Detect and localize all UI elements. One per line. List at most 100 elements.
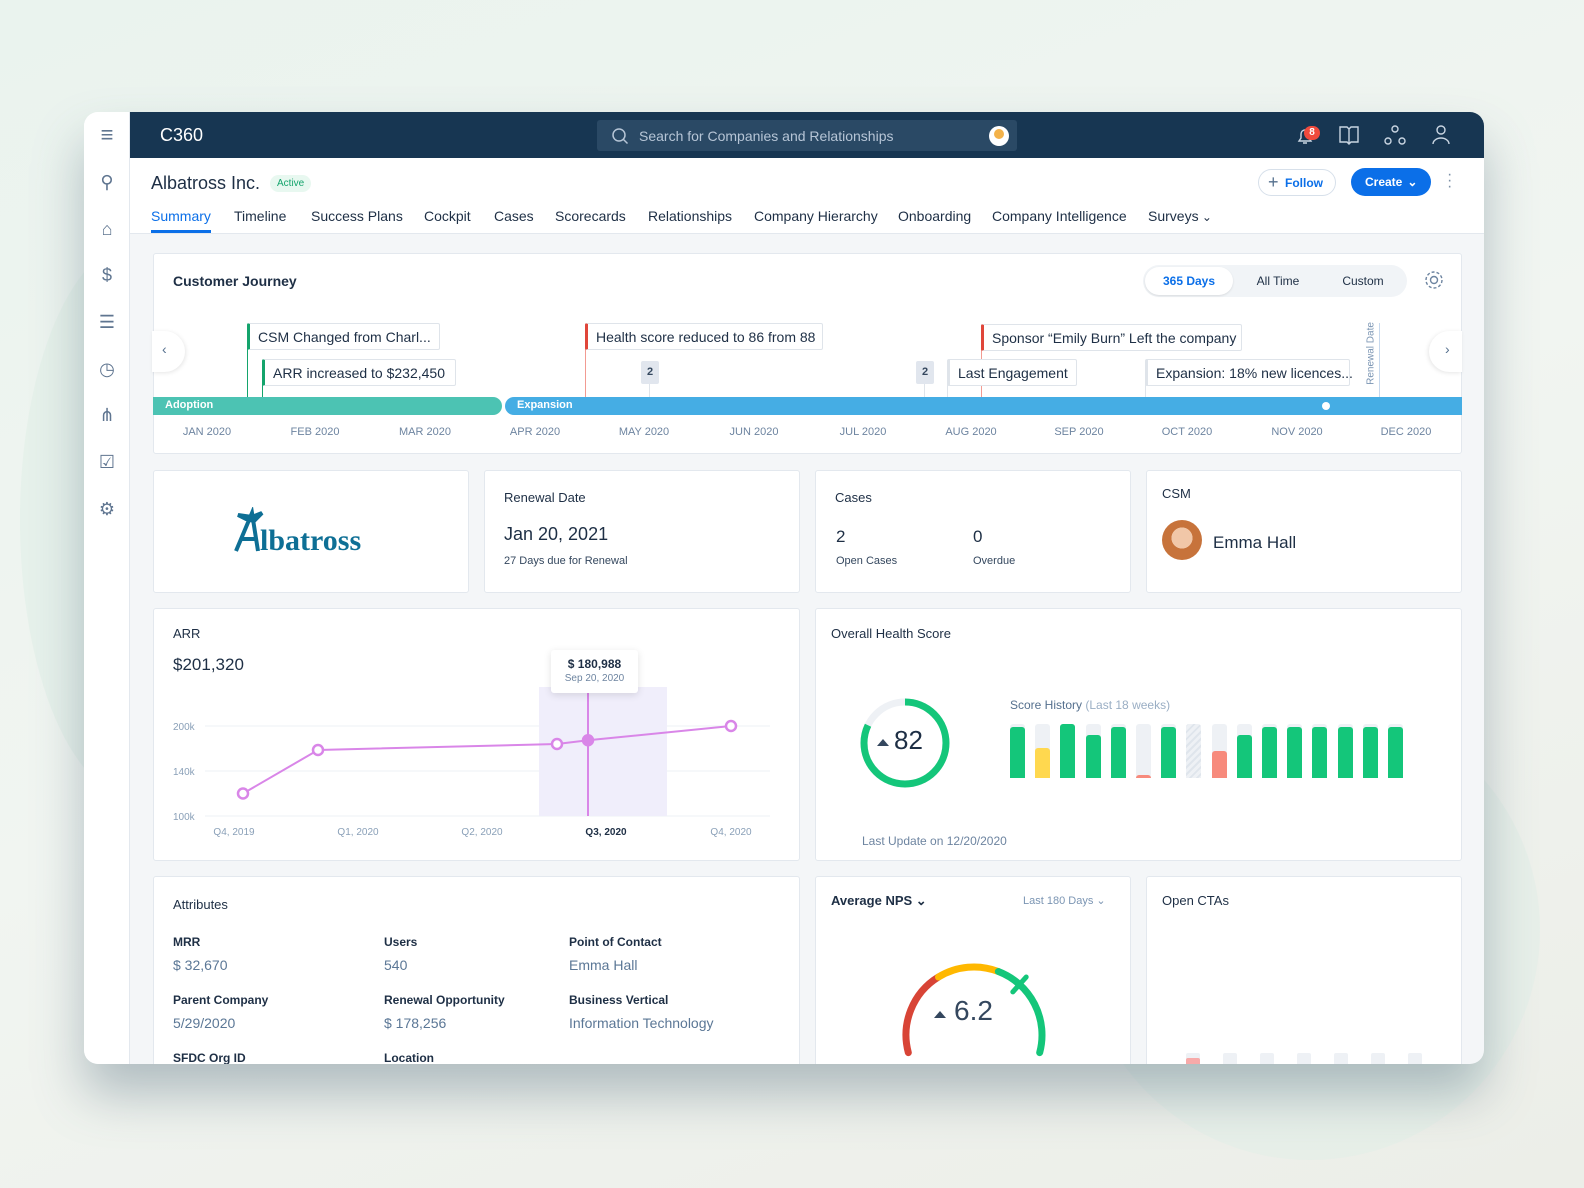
score-history-fill [1262, 726, 1277, 778]
menu-icon[interactable]: ≡ [95, 122, 119, 147]
scroll-right-button[interactable]: › [1429, 331, 1462, 372]
score-history-fill [1035, 748, 1051, 778]
event-connector [585, 343, 586, 397]
search-input[interactable]: Search for Companies and Relationships [597, 120, 1017, 151]
x-tick-label: Q2, 2020 [461, 827, 503, 838]
score-history-bar[interactable] [1161, 724, 1177, 778]
event-cluster-badge[interactable]: 2 [641, 361, 659, 384]
score-history-bar[interactable] [1312, 724, 1328, 778]
csm-name[interactable]: Emma Hall [1213, 533, 1296, 553]
month-label: FEB 2020 [290, 426, 340, 438]
dollar-icon[interactable]: $ [95, 263, 119, 287]
tab-relationships[interactable]: Relationships [648, 208, 732, 224]
event-connector [247, 343, 248, 397]
status-badge: Active [270, 175, 312, 192]
search-placeholder: Search for Companies and Relationships [639, 128, 894, 144]
tab-success-plans[interactable]: Success Plans [311, 208, 403, 224]
cta-bar[interactable] [1186, 1053, 1200, 1064]
cta-bar[interactable] [1371, 1053, 1385, 1064]
score-history-bar[interactable] [1287, 724, 1303, 778]
phase-expansion[interactable]: Expansion [505, 397, 1462, 415]
tab-label: Summary [151, 208, 211, 224]
score-history-bar[interactable] [1186, 724, 1202, 778]
arr-data-point[interactable] [550, 737, 564, 751]
score-history-bar[interactable] [1262, 724, 1277, 778]
profile-icon[interactable] [1431, 124, 1451, 146]
arr-data-point[interactable] [236, 787, 250, 800]
timeline-event[interactable]: Expansion: 18% new licences... [1145, 359, 1353, 386]
tab-cockpit[interactable]: Cockpit [424, 208, 471, 224]
timeline-event[interactable]: Last Engagement [947, 359, 1077, 386]
cluster-connector [924, 384, 925, 397]
book-icon[interactable] [1338, 125, 1360, 145]
attribute-value: Information Technology [569, 1015, 714, 1031]
month-label: AUG 2020 [945, 426, 997, 438]
arr-data-point[interactable] [311, 743, 325, 757]
checklist-icon[interactable]: ☑ [95, 450, 119, 474]
score-history-bar[interactable] [1211, 724, 1227, 778]
score-history-bar[interactable] [1010, 724, 1025, 778]
score-history-bar[interactable] [1136, 724, 1151, 778]
arr-data-point[interactable] [581, 734, 595, 747]
more-options-icon[interactable]: · · · [1447, 167, 1452, 195]
tab-cases[interactable]: Cases [494, 208, 534, 224]
tab-onboarding[interactable]: Onboarding [898, 208, 971, 224]
search-icon[interactable]: ⚲ [95, 170, 119, 194]
trend-up-icon [934, 1011, 946, 1018]
overdue-count[interactable]: 0 [973, 527, 982, 547]
timeline-event[interactable]: ARR increased to $232,450 [262, 359, 456, 386]
attribute-value[interactable]: Emma Hall [569, 957, 662, 973]
cta-bar[interactable] [1334, 1053, 1348, 1064]
nps-range-dropdown[interactable]: Last 180 Days ⌄ [1023, 894, 1106, 907]
nps-title-dropdown[interactable]: Average NPS ⌄ [831, 893, 927, 909]
cta-bar[interactable] [1297, 1053, 1311, 1064]
tab-scorecards[interactable]: Scorecards [555, 208, 626, 224]
hierarchy-icon[interactable]: ⋔ [95, 403, 119, 427]
timeline-event[interactable]: Health score reduced to 86 from 88 [585, 323, 823, 350]
create-button[interactable]: Create ⌄ [1351, 168, 1431, 196]
tab-surveys[interactable]: Surveys ⌄ [1148, 208, 1212, 224]
month-label: OCT 2020 [1161, 426, 1213, 438]
score-history-bar[interactable] [1035, 724, 1051, 778]
timeline-event[interactable]: CSM Changed from Charl... [247, 323, 440, 350]
scroll-left-button[interactable]: ‹ [152, 331, 185, 372]
score-history-bar[interactable] [1362, 724, 1378, 778]
cta-bar-fill [1186, 1057, 1200, 1064]
phase-adoption[interactable]: Adoption [153, 397, 502, 415]
score-history-bar[interactable] [1388, 724, 1403, 778]
open-cases-count[interactable]: 2 [836, 527, 845, 547]
arr-data-point[interactable] [724, 719, 738, 733]
month-label: APR 2020 [509, 426, 561, 438]
gear-icon[interactable]: ⚙ [95, 497, 119, 521]
company-logo-card: lbatross [153, 470, 469, 593]
score-history-bar[interactable] [1337, 724, 1353, 778]
cta-bar[interactable] [1223, 1053, 1237, 1064]
app-title: C360 [160, 125, 204, 145]
follow-button[interactable]: + Follow [1258, 169, 1336, 196]
cta-bar[interactable] [1408, 1053, 1422, 1064]
user-avatar-icon[interactable] [989, 126, 1009, 146]
phase-label: Adoption [165, 399, 214, 411]
notification-badge: 8 [1304, 126, 1320, 140]
relationships-icon[interactable] [1384, 124, 1406, 146]
tab-company-intelligence[interactable]: Company Intelligence [992, 208, 1127, 224]
score-history-bar[interactable] [1236, 724, 1252, 778]
score-history-bar[interactable] [1085, 724, 1101, 778]
score-history-bars [1010, 724, 1410, 778]
score-history-bar[interactable] [1110, 724, 1126, 778]
y-tick-label: 200k [173, 722, 196, 733]
timeline-event[interactable]: Sponsor “Emily Burn” Left the company [981, 324, 1242, 351]
tab-timeline[interactable]: Timeline [234, 208, 286, 224]
chevron-down-icon: ⌄ [915, 893, 927, 908]
card-title: Renewal Date [504, 490, 586, 505]
score-history-bar[interactable] [1060, 724, 1076, 778]
home-icon[interactable]: ⌂ [95, 217, 119, 241]
tab-label: Company Intelligence [992, 208, 1127, 224]
tab-company-hierarchy[interactable]: Company Hierarchy [754, 208, 878, 224]
clock-icon[interactable]: ◷ [95, 357, 119, 381]
event-cluster-badge[interactable]: 2 [916, 361, 934, 384]
tab-summary[interactable]: Summary [151, 208, 211, 233]
list-icon[interactable]: ☰ [95, 310, 119, 334]
cta-bar[interactable] [1260, 1053, 1274, 1064]
sidebar: ≡ ⚲ ⌂ $ ☰ ◷ ⋔ ☑ ⚙ [84, 112, 130, 1064]
